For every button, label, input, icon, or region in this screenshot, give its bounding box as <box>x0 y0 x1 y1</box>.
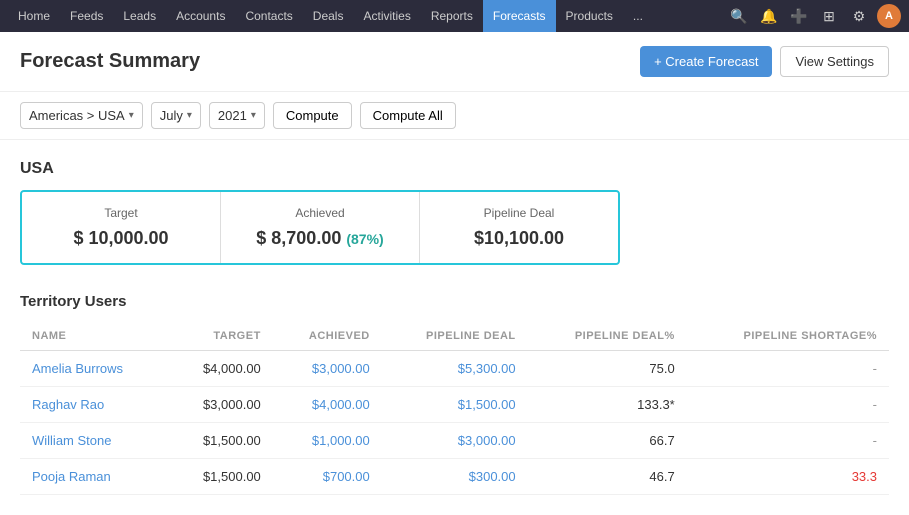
topnav: Home Feeds Leads Accounts Contacts Deals… <box>0 0 909 32</box>
page: Forecast Summary + Create Forecast View … <box>0 32 909 515</box>
col-target: TARGET <box>168 322 273 351</box>
nav-home[interactable]: Home <box>8 0 60 32</box>
avatar[interactable]: A <box>877 4 901 28</box>
month-dropdown-arrow: ▾ <box>187 110 192 121</box>
settings-icon[interactable]: ⚙ <box>847 4 871 28</box>
bell-icon[interactable]: 🔔 <box>757 4 781 28</box>
user-shortage-pct: - <box>687 387 889 423</box>
user-pipeline-deal: $300.00 <box>382 459 528 495</box>
filters-bar: Americas > USA ▾ July ▾ 2021 ▾ Compute C… <box>0 92 909 140</box>
table-row: Pooja Raman$1,500.00$700.00$300.0046.733… <box>20 459 889 495</box>
col-pipeline-shortage-pct: PIPELINE SHORTAGE% <box>687 322 889 351</box>
region-title: USA <box>20 160 889 178</box>
page-title: Forecast Summary <box>20 50 200 73</box>
col-pipeline-deal: PIPELINE DEAL <box>382 322 528 351</box>
user-achieved: $1,000.00 <box>273 423 382 459</box>
nav-more[interactable]: ... <box>623 0 653 32</box>
view-settings-button[interactable]: View Settings <box>780 46 889 77</box>
nav-products[interactable]: Products <box>556 0 623 32</box>
table-header-row: NAME TARGET ACHIEVED PIPELINE DEAL PIPEL… <box>20 322 889 351</box>
main-content: USA Target $ 10,000.00 Achieved $ 8,700.… <box>0 140 909 515</box>
achieved-label: Achieved <box>241 206 399 220</box>
search-icon[interactable]: 🔍 <box>727 4 751 28</box>
user-target: $1,500.00 <box>168 423 273 459</box>
nav-reports[interactable]: Reports <box>421 0 483 32</box>
user-pipeline-deal: $5,300.00 <box>382 351 528 387</box>
territory-dropdown-arrow: ▾ <box>129 110 134 121</box>
user-pipeline-deal-pct: 66.7 <box>528 423 687 459</box>
year-dropdown-arrow: ▾ <box>251 110 256 121</box>
user-pipeline-deal: $1,500.00 <box>382 387 528 423</box>
nav-deals[interactable]: Deals <box>303 0 354 32</box>
user-pipeline-deal: $3,000.00 <box>382 423 528 459</box>
pipeline-deal-label: Pipeline Deal <box>440 206 598 220</box>
user-achieved: $3,000.00 <box>273 351 382 387</box>
compute-all-button[interactable]: Compute All <box>360 102 456 129</box>
col-name: NAME <box>20 322 168 351</box>
nav-forecasts[interactable]: Forecasts <box>483 0 556 32</box>
target-label: Target <box>42 206 200 220</box>
user-achieved: $700.00 <box>273 459 382 495</box>
user-pipeline-deal-pct: 133.3* <box>528 387 687 423</box>
topnav-icons: 🔍 🔔 ➕ ⊞ ⚙ A <box>727 4 901 28</box>
user-shortage-pct: - <box>687 423 889 459</box>
territory-table: NAME TARGET ACHIEVED PIPELINE DEAL PIPEL… <box>20 322 889 495</box>
user-target: $3,000.00 <box>168 387 273 423</box>
achieved-pct: (87%) <box>346 231 383 247</box>
nav-feeds[interactable]: Feeds <box>60 0 113 32</box>
header-actions: + Create Forecast View Settings <box>640 46 889 77</box>
user-name[interactable]: William Stone <box>20 423 168 459</box>
territory-filter[interactable]: Americas > USA ▾ <box>20 102 143 129</box>
nav-leads[interactable]: Leads <box>113 0 166 32</box>
user-shortage-pct: 33.3 <box>687 459 889 495</box>
pipeline-deal-metric: Pipeline Deal $10,100.00 <box>420 192 618 263</box>
target-metric: Target $ 10,000.00 <box>22 192 221 263</box>
achieved-metric: Achieved $ 8,700.00 (87%) <box>221 192 420 263</box>
col-achieved: ACHIEVED <box>273 322 382 351</box>
user-target: $1,500.00 <box>168 459 273 495</box>
summary-card: Target $ 10,000.00 Achieved $ 8,700.00 (… <box>20 190 620 265</box>
pipeline-deal-value: $10,100.00 <box>440 228 598 249</box>
month-filter[interactable]: July ▾ <box>151 102 201 129</box>
user-name[interactable]: Pooja Raman <box>20 459 168 495</box>
user-target: $4,000.00 <box>168 351 273 387</box>
grid-icon[interactable]: ⊞ <box>817 4 841 28</box>
territory-title: Territory Users <box>20 293 889 310</box>
user-name[interactable]: Raghav Rao <box>20 387 168 423</box>
user-achieved: $4,000.00 <box>273 387 382 423</box>
user-pipeline-deal-pct: 75.0 <box>528 351 687 387</box>
table-row: Raghav Rao$3,000.00$4,000.00$1,500.00133… <box>20 387 889 423</box>
nav-accounts[interactable]: Accounts <box>166 0 235 32</box>
compute-button[interactable]: Compute <box>273 102 352 129</box>
year-filter[interactable]: 2021 ▾ <box>209 102 265 129</box>
target-value: $ 10,000.00 <box>42 228 200 249</box>
user-name[interactable]: Amelia Burrows <box>20 351 168 387</box>
add-icon[interactable]: ➕ <box>787 4 811 28</box>
nav-contacts[interactable]: Contacts <box>235 0 302 32</box>
table-row: Amelia Burrows$4,000.00$3,000.00$5,300.0… <box>20 351 889 387</box>
user-shortage-pct: - <box>687 351 889 387</box>
nav-activities[interactable]: Activities <box>353 0 420 32</box>
page-header: Forecast Summary + Create Forecast View … <box>0 32 909 92</box>
achieved-value: $ 8,700.00 (87%) <box>241 228 399 249</box>
table-row: William Stone$1,500.00$1,000.00$3,000.00… <box>20 423 889 459</box>
user-pipeline-deal-pct: 46.7 <box>528 459 687 495</box>
col-pipeline-deal-pct: PIPELINE DEAL% <box>528 322 687 351</box>
create-forecast-button[interactable]: + Create Forecast <box>640 46 772 77</box>
